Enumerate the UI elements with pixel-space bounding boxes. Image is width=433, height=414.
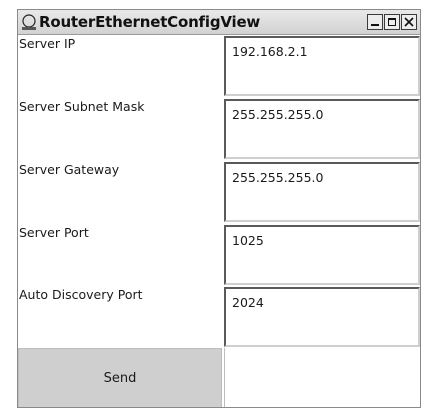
- server-port-value: 1025: [232, 233, 264, 248]
- server-subnet-mask-value: 255.255.255.0: [232, 107, 324, 122]
- router-ethernet-config-window: RouterEthernetConfigView Server IP 192.1…: [17, 9, 421, 408]
- title-bar[interactable]: RouterEthernetConfigView: [18, 10, 420, 35]
- empty-panel: [224, 348, 420, 407]
- send-button-label: Send: [103, 371, 137, 386]
- server-subnet-mask-input[interactable]: 255.255.255.0: [224, 99, 420, 159]
- server-gateway-input[interactable]: 255.255.255.0: [224, 162, 420, 222]
- server-gateway-label: Server Gateway: [19, 162, 120, 177]
- server-port-input[interactable]: 1025: [224, 225, 420, 285]
- server-ip-row: Server IP 192.168.2.1: [18, 35, 420, 97]
- send-button[interactable]: Send: [18, 348, 222, 407]
- server-ip-value: 192.168.2.1: [232, 44, 308, 59]
- server-subnet-mask-label: Server Subnet Mask: [19, 99, 145, 114]
- server-ip-label: Server IP: [19, 36, 76, 51]
- server-subnet-mask-row: Server Subnet Mask 255.255.255.0: [18, 98, 420, 160]
- maximize-icon[interactable]: [384, 14, 400, 30]
- app-icon: [21, 14, 37, 31]
- auto-discovery-port-row: Auto Discovery Port 2024: [18, 286, 420, 348]
- server-port-row: Server Port 1025: [18, 224, 420, 286]
- auto-discovery-port-input[interactable]: 2024: [224, 287, 420, 347]
- auto-discovery-port-value: 2024: [232, 295, 264, 310]
- server-port-label: Server Port: [19, 225, 89, 240]
- auto-discovery-port-label: Auto Discovery Port: [19, 287, 143, 302]
- minimize-icon[interactable]: [367, 14, 383, 30]
- server-gateway-value: 255.255.255.0: [232, 170, 324, 185]
- server-ip-input[interactable]: 192.168.2.1: [224, 36, 420, 96]
- close-icon[interactable]: [401, 14, 417, 30]
- window-title: RouterEthernetConfigView: [39, 13, 261, 31]
- server-gateway-row: Server Gateway 255.255.255.0: [18, 161, 420, 223]
